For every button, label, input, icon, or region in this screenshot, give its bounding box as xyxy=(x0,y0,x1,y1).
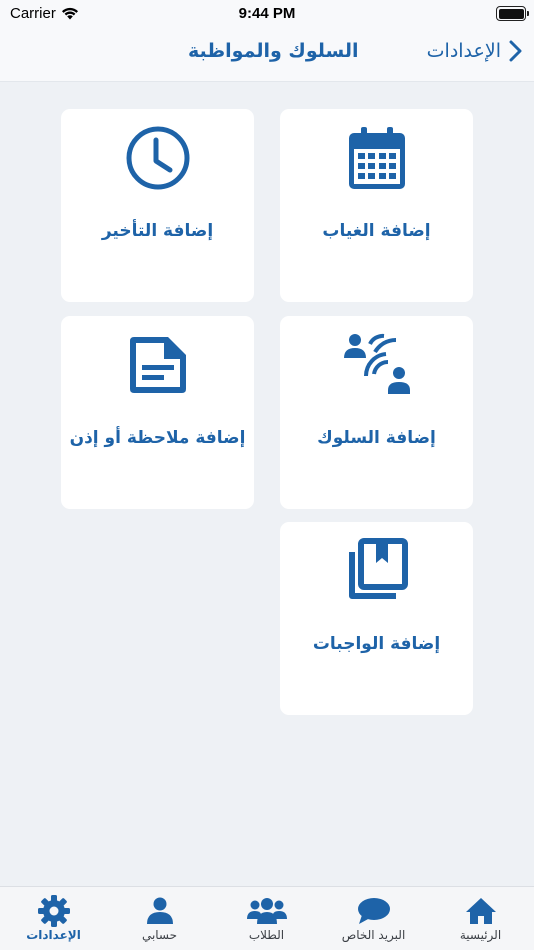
add-note-card[interactable]: إضافة ملاحظة أو إذن xyxy=(61,316,254,509)
navigation-bar: السلوك والمواظبة الإعدادات xyxy=(0,28,534,82)
tab-home-label: الرئيسية xyxy=(459,928,502,942)
add-lateness-label: إضافة التأخير xyxy=(101,221,214,241)
add-note-label: إضافة ملاحظة أو إذن xyxy=(69,428,246,448)
clock-icon xyxy=(125,125,191,191)
status-bar: Carrier 9:44 PM xyxy=(0,0,534,28)
chevron-right-icon xyxy=(509,40,522,62)
add-absence-card[interactable]: إضافة الغياب xyxy=(280,109,473,302)
gear-icon xyxy=(37,895,70,927)
add-lateness-card[interactable]: إضافة التأخير xyxy=(61,109,254,302)
calendar-icon xyxy=(344,125,410,191)
people-communication-icon xyxy=(343,332,410,398)
back-button[interactable]: الإعدادات xyxy=(427,40,522,62)
tab-home[interactable]: الرئيسية xyxy=(427,887,534,950)
add-homework-card[interactable]: إضافة الواجبات xyxy=(280,522,473,715)
chat-bubble-icon xyxy=(357,896,391,926)
document-icon xyxy=(125,332,191,398)
tab-settings[interactable]: الإعدادات xyxy=(0,887,107,950)
tab-mail[interactable]: البريد الخاص xyxy=(320,887,427,950)
add-absence-label: إضافة الغياب xyxy=(322,221,431,241)
add-behavior-label: إضافة السلوك xyxy=(317,428,436,448)
tab-account[interactable]: حسابي xyxy=(106,887,213,950)
home-icon xyxy=(465,896,497,926)
user-icon xyxy=(146,896,174,926)
page-title: السلوك والمواظبة xyxy=(188,40,359,62)
add-homework-label: إضافة الواجبات xyxy=(312,634,441,654)
status-time: 9:44 PM xyxy=(238,5,296,22)
tab-mail-label: البريد الخاص xyxy=(341,928,406,942)
tab-students-label: الطلاب xyxy=(248,928,285,942)
tab-bar: الرئيسية البريد الخاص الطلاب حسابي الإعد… xyxy=(0,886,534,950)
add-behavior-card[interactable]: إضافة السلوك xyxy=(280,316,473,509)
battery-icon xyxy=(496,6,529,21)
tab-students[interactable]: الطلاب xyxy=(213,887,320,950)
bookmark-copy-icon xyxy=(344,538,410,604)
tab-settings-label: الإعدادات xyxy=(26,928,81,942)
back-button-label: الإعدادات xyxy=(426,40,501,62)
users-group-icon xyxy=(246,896,287,926)
tab-account-label: حسابي xyxy=(141,928,178,942)
